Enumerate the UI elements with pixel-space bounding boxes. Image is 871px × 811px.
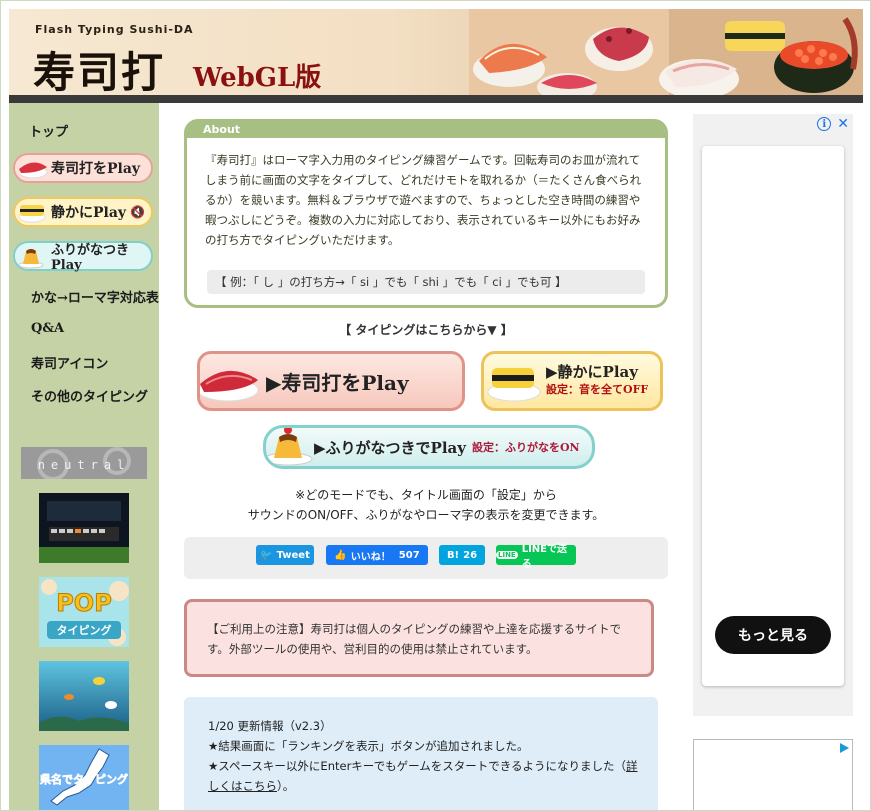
nav-qa-link[interactable]: Q&A xyxy=(31,321,64,336)
pudding-icon xyxy=(266,428,313,466)
left-sidebar: トップ 寿司打をPlay 静かにPlay 🔇 ふりがなつきPlay かな→ローマ… xyxy=(9,103,159,810)
sushi-header-image xyxy=(469,9,863,97)
thumbs-up-icon: 👍 xyxy=(334,549,347,561)
caution-text: 【ご利用上の注意】寿司打は個人のタイピングの練習や上達を応援するサイトです。外部… xyxy=(207,622,621,656)
maguro-sushi-icon xyxy=(200,370,259,402)
page-frame: Flash Typing Sushi-DA 寿司打 WebGL版 トップ 寿司打… xyxy=(0,0,871,811)
pudding-icon xyxy=(18,249,44,269)
nav-play-quiet-label: 静かにPlay xyxy=(51,205,127,221)
nav-play-sushida-button[interactable]: 寿司打をPlay xyxy=(13,153,153,183)
nav-kana-romaji-link[interactable]: かな→ローマ字対応表 xyxy=(31,287,159,306)
neutral-logo: neutral xyxy=(21,447,147,479)
line-icon: LINE xyxy=(496,551,518,559)
nav-other-typing-link[interactable]: その他のタイピング xyxy=(31,386,148,405)
hatena-bookmark-button[interactable]: B! 26 xyxy=(439,545,485,565)
svg-text:POP: POP xyxy=(56,589,112,617)
nav-top-link[interactable]: トップ xyxy=(29,121,68,140)
like-label: いいね！ xyxy=(350,551,391,563)
ad-more-button[interactable]: もっと見る xyxy=(715,616,831,654)
site-header: Flash Typing Sushi-DA 寿司打 WebGL版 xyxy=(9,9,863,97)
ad-info-icon[interactable]: i xyxy=(817,117,832,131)
tamago-sushi-icon xyxy=(487,368,541,402)
about-example: 【 例：「 し 」の打ち方→「 si 」でも「 shi 」でも「 ci 」でも可… xyxy=(207,270,645,294)
kenmei-typing-text: 県名でタイピング xyxy=(40,772,128,786)
tamago-sushi-icon xyxy=(18,205,46,223)
site-tagline: Flash Typing Sushi-DA xyxy=(35,23,194,36)
nav-sushi-icon-link[interactable]: 寿司アイコン xyxy=(31,353,108,372)
neutral-logo-text: neutral xyxy=(38,458,131,472)
twitter-bird-icon: 🐦 xyxy=(260,549,273,561)
play-furigana-sublabel: 設定：ふりがなをON xyxy=(471,441,580,454)
update-item-ranking: ★結果画面に「ランキングを表示」ボタンが追加されました。 xyxy=(208,739,529,753)
nav-play-furigana-button[interactable]: ふりがなつきPlay xyxy=(13,241,153,273)
hatena-count: 26 xyxy=(463,549,478,561)
play-furigana-label: ▶ふりがなつきでPlay xyxy=(314,438,466,457)
speaker-mute-icon: 🔇 xyxy=(130,205,146,219)
update-item-enter-text: ★スペースキー以外にEnterキーでもゲームをスタートできるようになりました（ xyxy=(208,759,627,773)
banner-neutral[interactable]: neutral xyxy=(21,447,147,479)
update-info: 1/20 更新情報（v2.3） ★結果画面に「ランキングを表示」ボタンが追加され… xyxy=(184,697,658,810)
site-logo[interactable]: 寿司打 xyxy=(33,39,165,97)
update-item-enter-key: ★スペースキー以外にEnterキーでもゲームをスタートできるようになりました（詳… xyxy=(208,756,640,796)
usage-caution: 【ご利用上の注意】寿司打は個人のタイピングの練習や上達を応援するサイトです。外部… xyxy=(184,599,654,677)
banner-keyboard-game[interactable] xyxy=(39,493,129,563)
settings-note: ※どのモードでも、タイトル画面の「設定」から サウンドのON/OFF、ふりがなや… xyxy=(184,485,668,525)
banner-kenmei-typing[interactable]: 県名でタイピング xyxy=(39,745,129,810)
update-date: 1/20 更新情報（v2.3） xyxy=(208,719,332,733)
settings-note-line1: ※どのモードでも、タイトル画面の「設定」から xyxy=(295,488,557,502)
play-quiet-sublabel: 設定：音を全てOFF xyxy=(546,383,649,396)
aquarium-image xyxy=(39,661,129,731)
edition-label: WebGL版 xyxy=(193,63,322,93)
facebook-like-button[interactable]: 👍 いいね！ 507 xyxy=(326,545,428,565)
play-quiet-button[interactable]: ▶静かにPlay 設定：音を全てOFF xyxy=(481,351,663,411)
like-count: 507 xyxy=(398,549,420,561)
ad-close-icon[interactable]: ✕ xyxy=(837,117,849,131)
play-sushida-label: ▶寿司打をPlay xyxy=(266,370,409,395)
banner-aquarium[interactable] xyxy=(39,661,129,731)
banner-pop-typing[interactable]: POP タイピング xyxy=(39,577,129,647)
about-tab: About xyxy=(187,122,665,138)
ad-card: もっと見る xyxy=(702,146,844,686)
hatena-icon: B! xyxy=(446,549,460,561)
tweet-label: Tweet xyxy=(276,549,310,561)
line-share-button[interactable]: LINE LINEで送る xyxy=(496,544,576,570)
ad-panel: i ✕ もっと見る xyxy=(693,114,853,716)
about-tab-label: About xyxy=(203,123,241,136)
share-bar: 🐦 Tweet 👍 いいね！ 507 B! 26 LINE LINEで送る xyxy=(184,537,668,579)
about-box: About 『寿司打』はローマ字入力用のタイピング練習ゲームです。回転寿司のお皿… xyxy=(184,119,668,308)
svg-text:タイピング: タイピング xyxy=(57,623,112,637)
update-item-enter-tail: ）。 xyxy=(277,779,295,793)
pop-typing-image: POP タイピング xyxy=(39,577,129,647)
nav-play-quiet-button[interactable]: 静かにPlay 🔇 xyxy=(13,197,153,227)
keyboard-game-image xyxy=(39,493,129,563)
nav-play-furigana-label: ふりがなつきPlay xyxy=(51,243,130,273)
settings-note-line2: サウンドのON/OFF、ふりがなやローマ字の表示を変更できます。 xyxy=(247,508,605,522)
line-share-label: LINEで送る xyxy=(521,544,568,570)
play-furigana-button[interactable]: ▶ふりがなつきでPlay 設定：ふりがなをON xyxy=(263,425,595,469)
maguro-sushi-icon xyxy=(18,162,48,179)
adchoices-icon[interactable] xyxy=(838,742,850,754)
play-sushida-button[interactable]: ▶寿司打をPlay xyxy=(197,351,465,411)
tweet-button[interactable]: 🐦 Tweet xyxy=(256,545,314,565)
ad-controls: i ✕ xyxy=(817,117,849,131)
nav-play-sushida-label: 寿司打をPlay xyxy=(51,161,141,177)
about-description: 『寿司打』はローマ字入力用のタイピング練習ゲームです。回転寿司のお皿が流れてしま… xyxy=(205,153,642,247)
header-divider xyxy=(9,95,863,103)
typing-heading: 【 タイピングはこちらから▼ 】 xyxy=(339,323,513,337)
play-quiet-label: ▶静かにPlay xyxy=(546,363,638,381)
kenmei-typing-image: 県名でタイピング xyxy=(39,745,129,810)
ad-panel-secondary xyxy=(693,739,853,810)
